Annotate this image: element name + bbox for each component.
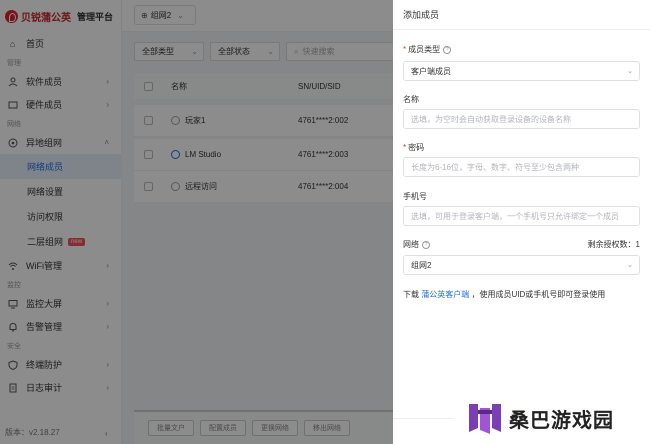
help-icon[interactable]: ? — [443, 45, 452, 54]
chevron-down-icon: ⌄ — [627, 68, 633, 75]
download-prefix: 下载 — [403, 290, 419, 299]
watermark-logo-icon — [467, 400, 503, 436]
download-hint: 下载 蒲公英客户端 ，使用成员UID或手机号即可登录使用 — [403, 289, 605, 300]
required-mark: * — [403, 45, 407, 54]
network-select[interactable]: 组网2 ⌄ — [403, 255, 640, 275]
phone-label: 手机号 — [403, 192, 427, 201]
remaining-auth-count: 剩余授权数：1 — [587, 240, 640, 249]
download-client-link[interactable]: 蒲公英客户端 — [421, 290, 469, 299]
watermark-text: 桑巴游戏园 — [509, 409, 614, 432]
password-label: * 密码 — [403, 142, 424, 153]
phone-input[interactable]: 选填，可用于登录客户端，一个手机号只允许绑定一个成员 — [403, 206, 640, 226]
name-input[interactable]: 选填，为空时会自动获取登录设备的设备名称 — [403, 109, 640, 129]
name-label: 名称 — [403, 95, 419, 104]
member-type-label-text: 成员类型 — [408, 45, 441, 54]
drawer-title: 添加成员 — [393, 0, 650, 30]
drawer-footer-divider — [393, 418, 453, 419]
password-input[interactable]: 长度为6-16位，字母、数字、符号至少包含两种 — [403, 157, 640, 177]
chevron-down-icon: ⌄ — [627, 262, 633, 269]
member-type-value: 客户端成员 — [411, 66, 451, 76]
network-value: 组网2 — [411, 260, 432, 270]
modal-overlay[interactable] — [0, 0, 393, 444]
help-icon[interactable]: ? — [422, 240, 430, 249]
add-member-drawer: 添加成员 * 成员类型 ? 客户端成员 ⌄ 名称 选填，为空时会自动获取登录设备… — [393, 0, 650, 444]
required-mark: * — [403, 143, 407, 152]
network-label: 网络 ? — [403, 239, 430, 250]
password-label-text: 密码 — [408, 143, 425, 152]
watermark: 桑巴游戏园 — [467, 396, 643, 440]
member-type-select[interactable]: 客户端成员 ⌄ — [403, 61, 640, 81]
member-type-label: * 成员类型 ? — [403, 44, 452, 55]
network-label-text: 网络 — [403, 240, 419, 249]
download-suffix: ，使用成员UID或手机号即可登录使用 — [471, 290, 606, 299]
